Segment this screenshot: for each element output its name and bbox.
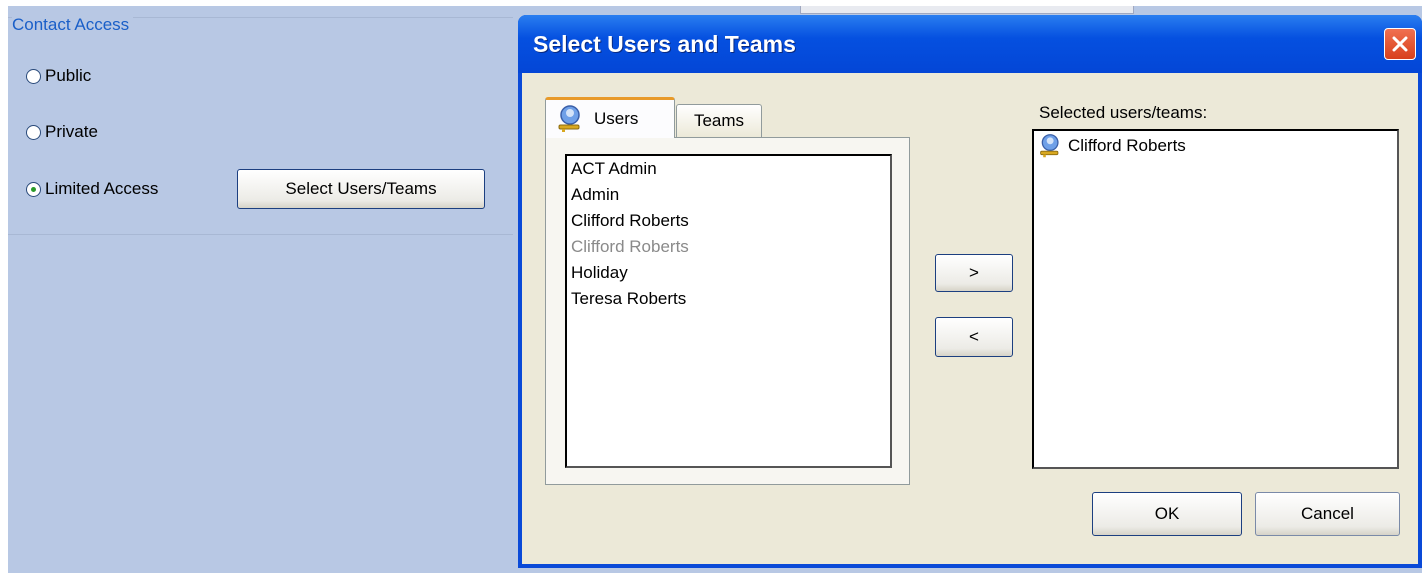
users-listbox[interactable]: ACT Admin Admin Clifford Roberts Cliffor… [565, 154, 892, 468]
list-item-disabled: Clifford Roberts [571, 237, 689, 256]
close-icon [1392, 36, 1408, 52]
selected-item-label: Clifford Roberts [1068, 136, 1186, 155]
list-item[interactable]: Clifford Roberts [567, 208, 890, 234]
remove-button[interactable]: < [935, 317, 1013, 357]
list-item[interactable]: Teresa Roberts [567, 286, 890, 312]
tab-teams-label: Teams [693, 111, 745, 130]
radio-limited-access[interactable]: Limited Access [26, 179, 158, 199]
tab-teams[interactable]: Teams [676, 104, 762, 137]
select-users-teams-button[interactable]: Select Users/Teams [237, 169, 485, 209]
dialog-body: Users Teams ACT Admin Admin Clifford Rob… [522, 73, 1418, 564]
select-users-dialog: Select Users and Teams Users Teams ACT A… [518, 15, 1422, 568]
group-border-bottom [8, 234, 513, 235]
user-key-icon [1040, 134, 1059, 158]
dialog-title: Select Users and Teams [533, 30, 796, 57]
background-field-strip [800, 6, 1134, 14]
radio-private-label: Private [45, 122, 98, 141]
selected-users-label: Selected users/teams: [1039, 103, 1208, 122]
list-item[interactable]: Admin [567, 182, 890, 208]
tab-users-label: Users [594, 109, 639, 128]
dialog-titlebar[interactable]: Select Users and Teams [518, 15, 1422, 73]
selected-item[interactable]: Clifford Roberts [1034, 131, 1397, 161]
radio-public[interactable]: Public [26, 66, 91, 86]
cancel-button[interactable]: Cancel [1255, 492, 1400, 536]
list-item[interactable]: ACT Admin [567, 156, 890, 182]
add-button[interactable]: > [935, 254, 1013, 292]
ok-button[interactable]: OK [1092, 492, 1242, 536]
radio-limited-access-circle[interactable] [26, 181, 41, 197]
user-key-icon [558, 105, 580, 132]
radio-private-circle[interactable] [26, 124, 41, 140]
contact-access-title: Contact Access [12, 15, 134, 35]
close-button[interactable] [1384, 28, 1416, 60]
radio-public-circle[interactable] [26, 68, 41, 84]
radio-limited-access-label: Limited Access [45, 179, 159, 198]
tab-users[interactable]: Users [545, 97, 675, 138]
radio-private[interactable]: Private [26, 122, 98, 142]
radio-public-label: Public [45, 66, 92, 85]
list-item[interactable]: Holiday [567, 260, 890, 286]
selected-listbox[interactable]: Clifford Roberts [1032, 129, 1399, 469]
